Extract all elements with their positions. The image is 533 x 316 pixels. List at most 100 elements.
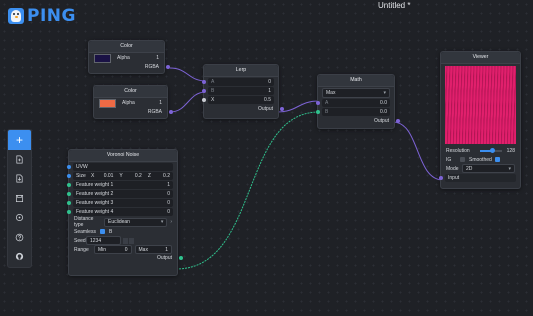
input-port-size[interactable]: [67, 174, 71, 178]
slider-handle[interactable]: [490, 147, 496, 153]
input-port-a[interactable]: [202, 80, 206, 84]
wire-voronoi-to-math-b: [175, 111, 320, 270]
voronoi-noise-node[interactable]: Voronoi Noise UVW Size X 0.01 Y 0.2 Z 0.…: [67, 149, 183, 276]
input-port-uvw[interactable]: [67, 165, 71, 169]
input-port-x[interactable]: [202, 98, 206, 102]
chevron-right-icon[interactable]: ›: [170, 219, 172, 225]
size-z-value[interactable]: 0.2: [154, 173, 170, 179]
center-view-button[interactable]: [8, 208, 31, 228]
chevron-down-icon: ▾: [508, 165, 511, 172]
logo-text: PING: [27, 6, 76, 26]
input-x[interactable]: X 0.5: [202, 96, 274, 104]
alpha-value[interactable]: 1: [156, 55, 159, 61]
input-port-b[interactable]: [202, 89, 206, 93]
save-icon: [15, 194, 24, 202]
new-file-icon: [16, 155, 23, 164]
output-port[interactable]: [179, 256, 183, 260]
input-port[interactable]: [439, 176, 443, 180]
ig-label: IG: [446, 156, 452, 163]
feature-weight-2[interactable]: Feature weight 2 0: [67, 190, 173, 198]
node-title: Lerp: [204, 65, 278, 77]
input-port[interactable]: [67, 183, 71, 187]
seamless-checkbox[interactable]: [99, 229, 105, 234]
mode-label: Mode: [446, 165, 459, 172]
viewer-node[interactable]: Viewer Resolution 128 IG Smoothed Mode 2…: [439, 51, 521, 189]
help-button[interactable]: [8, 228, 31, 248]
output-label: RGBA: [144, 64, 159, 70]
color-swatch[interactable]: [94, 53, 111, 63]
left-toolbar: +: [7, 129, 32, 268]
target-icon: [15, 214, 24, 222]
size-input[interactable]: Size X 0.01 Y 0.2 Z 0.2: [67, 172, 173, 180]
import-button[interactable]: [8, 169, 31, 189]
range-label: Range: [74, 246, 89, 253]
seamless-value: B: [108, 228, 113, 235]
input-a[interactable]: A 0: [202, 78, 274, 86]
input-port[interactable]: [67, 192, 71, 196]
output-label: RGBA: [147, 109, 162, 115]
chevron-down-icon: ▾: [160, 219, 164, 225]
ig-checkbox[interactable]: [460, 157, 465, 162]
wire-color2-to-lerp-b: [169, 91, 207, 113]
alpha-value[interactable]: 1: [159, 100, 162, 106]
output-port[interactable]: [280, 107, 284, 111]
help-icon: [15, 233, 24, 242]
feature-weight-4[interactable]: Feature weight 4 0: [67, 208, 173, 216]
resolution-label: Resolution: [446, 147, 470, 154]
github-button[interactable]: [8, 247, 31, 267]
range-min-input[interactable]: Min 0: [94, 245, 132, 254]
smoothed-checkbox[interactable]: [494, 157, 500, 162]
document-title: Untitled *: [378, 1, 411, 10]
seed-increment-button[interactable]: [129, 237, 134, 244]
seed-decrement-button[interactable]: [123, 237, 128, 244]
texture-preview: [445, 66, 516, 144]
feature-weight-3[interactable]: Feature weight 3 0: [67, 199, 173, 207]
color-node-2[interactable]: Color Alpha 1 RGBA: [93, 85, 173, 119]
download-icon: [16, 174, 23, 183]
input-b[interactable]: B 1: [202, 87, 274, 95]
viewer-input[interactable]: Input: [439, 174, 516, 182]
wire-color1-to-lerp-a: [169, 67, 207, 82]
app-logo: PING: [8, 6, 76, 26]
node-title: Color: [89, 41, 164, 53]
input-port[interactable]: [67, 210, 71, 214]
alpha-label: Alpha: [117, 55, 130, 61]
input-port[interactable]: [67, 201, 71, 205]
add-node-button[interactable]: +: [8, 130, 31, 150]
feature-weight-1[interactable]: Feature weight 1 1: [67, 181, 173, 189]
color-swatch[interactable]: [99, 98, 116, 108]
range-max-input[interactable]: Max 1: [134, 245, 172, 254]
output-port[interactable]: [166, 65, 170, 69]
resolution-slider[interactable]: [480, 147, 502, 153]
size-y-value[interactable]: 0.2: [126, 173, 142, 179]
node-title: Voronoi Noise: [69, 150, 177, 162]
seamless-label: Seamless: [74, 228, 96, 235]
node-title: Math: [318, 75, 394, 87]
color-node-1[interactable]: Color Alpha 1 RGBA: [88, 40, 170, 74]
input-a[interactable]: A 0.0: [316, 99, 390, 107]
output-port[interactable]: [396, 119, 400, 123]
github-icon: [15, 253, 24, 261]
input-port-a[interactable]: [316, 101, 320, 105]
output-port[interactable]: [169, 110, 173, 114]
seed-label: Seed: [74, 237, 86, 244]
chevron-down-icon: ▾: [383, 90, 386, 96]
input-b[interactable]: B 0.0: [316, 108, 390, 116]
output-label: Output: [257, 106, 273, 112]
new-file-button[interactable]: [8, 150, 31, 170]
uvw-input[interactable]: UVW: [67, 163, 173, 171]
mode-select[interactable]: 2D ▾: [462, 164, 515, 173]
output-label: Output: [156, 255, 172, 261]
seed-input[interactable]: 1234: [86, 236, 121, 245]
operation-select[interactable]: Max ▾: [322, 88, 390, 98]
lerp-node[interactable]: Lerp A 0 B 1 X 0.5 Output: [202, 64, 284, 119]
size-x-value[interactable]: 0.01: [97, 173, 114, 179]
smoothed-label: Smoothed: [469, 156, 492, 163]
wire-math-to-viewer-input: [392, 121, 444, 181]
plus-icon: +: [15, 132, 23, 147]
math-node[interactable]: Math Max ▾ A 0.0 B 0.0 Output: [316, 74, 400, 129]
distance-type-select[interactable]: Euclidean ▾: [104, 217, 168, 227]
node-title: Color: [94, 86, 167, 98]
input-port-b[interactable]: [316, 110, 320, 114]
save-button[interactable]: [8, 189, 31, 209]
